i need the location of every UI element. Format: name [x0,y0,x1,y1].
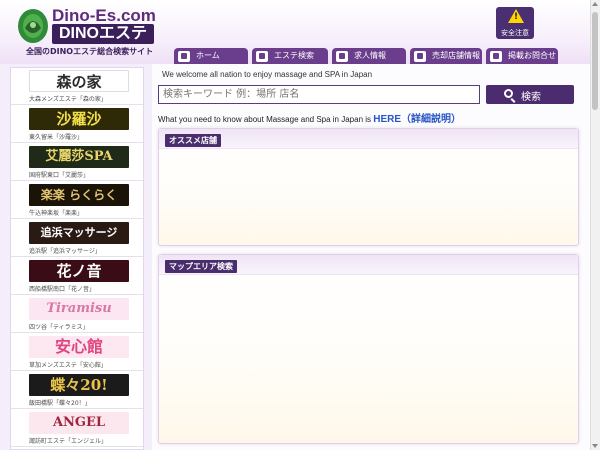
info-line: What you need to know about Massage and … [158,110,461,125]
job-icon [336,50,348,62]
shop-caption[interactable]: 四ツ谷「ティラミス」 [29,322,89,331]
shop-caption[interactable]: 草加メンズエステ「安心館」 [29,360,107,369]
shop-banner[interactable]: 艾麗莎SPA [29,146,129,168]
store-icon [414,50,426,62]
shop-banner[interactable]: 蝶々20! [29,374,129,396]
sidebar-shop-item[interactable]: 沙羅沙 東久留米「沙羅沙」 [11,106,143,143]
shop-banner[interactable]: ANGEL [29,412,129,434]
nav-tab-home[interactable]: ホーム [174,48,248,64]
search-icon [256,50,268,62]
shop-banner[interactable]: 追浜マッサージ [29,222,129,244]
recommended-shops-panel: オススメ店舗 [158,128,579,246]
logo-domain-text[interactable]: Dino-Es.com [52,6,156,26]
shop-caption[interactable]: 国府駅東口「艾麗莎」 [29,170,89,179]
sidebar-shop-item[interactable]: 追浜マッサージ 追浜駅「追浜マッサージ」 [11,220,143,257]
dino-leaf-logo-icon[interactable] [16,8,50,46]
recommended-shops-title: オススメ店舗 [165,134,221,147]
shop-banner-sidebar: 森の家 大森メンズエステ「森の家」 沙羅沙 東久留米「沙羅沙」 艾麗莎SPA 国… [10,67,144,450]
shop-caption[interactable]: 東久留米「沙羅沙」 [29,132,83,141]
nav-label: エステ検索 [274,51,314,60]
nav-label: ホーム [196,51,220,60]
contact-icon [490,50,502,62]
nav-tab-contact[interactable]: 掲載お問合せ [486,48,558,64]
nav-label: 掲載お問合せ [508,51,556,60]
keyword-search-input[interactable] [158,85,480,104]
shop-caption[interactable]: 西船橋駅南口「花ノ音」 [29,284,95,293]
shop-banner[interactable]: 楽楽 らくらく [29,184,129,206]
scroll-up-arrow-icon[interactable] [592,2,598,6]
shop-caption[interactable]: 飯田橋駅「蝶々20！」 [29,398,91,407]
shop-caption[interactable]: 追浜駅「追浜マッサージ」 [29,246,101,255]
sidebar-shop-item[interactable]: Tiramisu 四ツ谷「ティラミス」 [11,296,143,333]
nav-label: 売却店舗情報 [432,51,480,60]
map-area-search-panel: マップエリア検索 [158,254,579,444]
nav-label: 求人情報 [354,51,386,60]
panel-header [159,129,578,149]
nav-tab-esthe-search[interactable]: エステ検索 [252,48,328,64]
search-button[interactable]: 検索 [486,85,574,104]
info-here-link[interactable]: HERE（詳細説明） [373,114,461,125]
nav-tab-store-sale[interactable]: 売却店舗情報 [410,48,482,64]
shop-banner[interactable]: 森の家 [29,70,129,92]
magnifier-icon [504,89,513,98]
scrollbar-thumb[interactable] [592,12,598,110]
shop-caption[interactable]: 諏訪町エステ「エンジェル」 [29,436,107,445]
shop-banner[interactable]: 花ノ音 [29,260,129,282]
logo-subtitle: 全国のDINOエステ総合検索サイト [26,47,154,56]
shop-banner[interactable]: 安心館 [29,336,129,358]
shop-banner[interactable]: Tiramisu [29,298,129,320]
warning-mark: ! [513,12,519,22]
welcome-text: We welcome all nation to enjoy massage a… [162,70,373,79]
logo-title[interactable]: DINOエステ [52,24,154,44]
search-button-label: 検索 [521,92,541,103]
info-text: What you need to know about Massage and … [158,115,374,124]
shop-caption[interactable]: 牛込神楽坂「楽楽」 [29,208,83,217]
sidebar-shop-item[interactable]: ANGEL 諏訪町エステ「エンジェル」 [11,410,143,447]
sidebar-shop-item[interactable]: 蝶々20! 飯田橋駅「蝶々20！」 [11,372,143,409]
shop-banner[interactable]: 沙羅沙 [29,108,129,130]
shop-caption[interactable]: 大森メンズエステ「森の家」 [29,94,107,103]
sidebar-shop-item[interactable]: 花ノ音 西船橋駅南口「花ノ音」 [11,258,143,295]
safety-notice-label: 安全注意 [501,29,529,37]
sidebar-shop-item[interactable]: 楽楽 らくらく 牛込神楽坂「楽楽」 [11,182,143,219]
home-icon [178,50,190,62]
nav-tab-jobs[interactable]: 求人情報 [332,48,406,64]
sidebar-shop-item[interactable]: 安心館 草加メンズエステ「安心館」 [11,334,143,371]
map-area-search-title: マップエリア検索 [165,260,237,273]
scroll-down-arrow-icon[interactable] [592,444,598,448]
sidebar-shop-item[interactable]: 森の家 大森メンズエステ「森の家」 [11,68,143,105]
sidebar-shop-item[interactable]: 艾麗莎SPA 国府駅東口「艾麗莎」 [11,144,143,181]
